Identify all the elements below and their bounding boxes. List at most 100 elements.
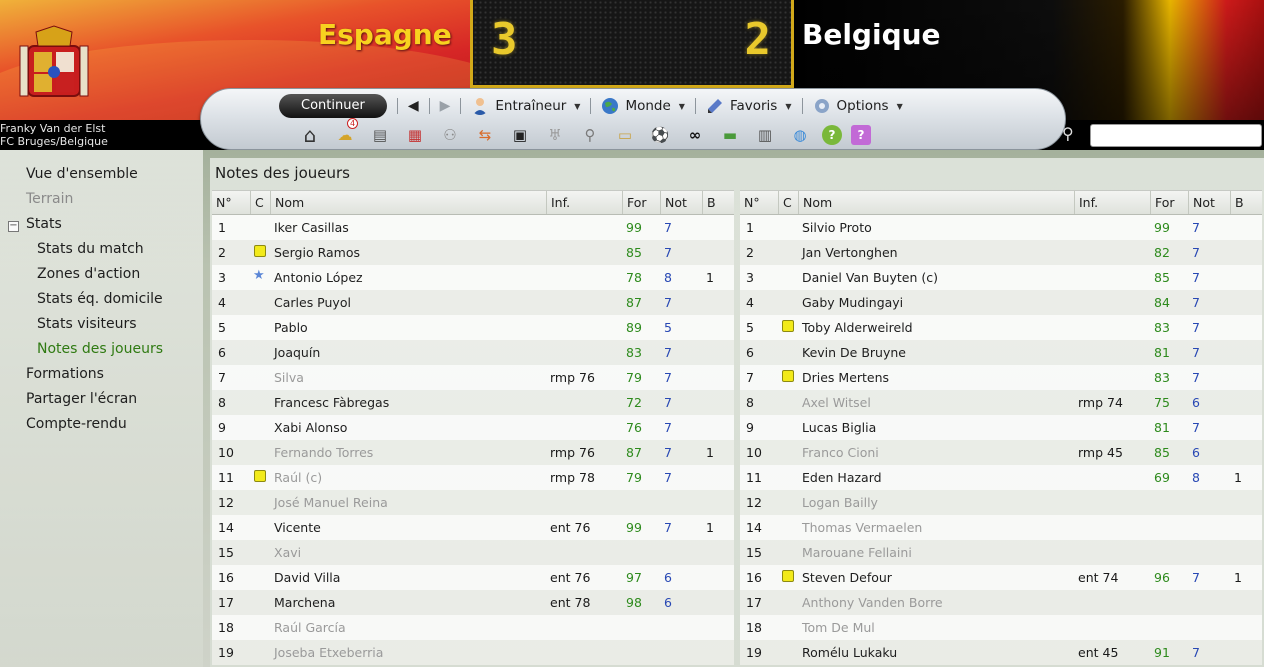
col-fitness[interactable]: For xyxy=(622,191,660,214)
table-row[interactable]: 10 Fernando Torres rmp 76 87 7 1 xyxy=(212,440,734,465)
table-row[interactable]: 6 Joaquín 83 7 xyxy=(212,340,734,365)
menu-coach[interactable]: Entraîneur ▼ xyxy=(471,97,580,115)
back-arrow-icon[interactable]: ◀ xyxy=(408,98,419,114)
player-name[interactable]: Marouane Fellaini xyxy=(802,540,912,565)
player-name[interactable]: Iker Casillas xyxy=(274,215,349,240)
player-name[interactable]: Steven Defour xyxy=(802,565,892,590)
sidebar-item-away-stats[interactable]: Stats visiteurs xyxy=(37,316,137,332)
table-row[interactable]: 3 Daniel Van Buyten (c) 85 7 xyxy=(740,265,1262,290)
table-row[interactable]: 9 Lucas Biglia 81 7 xyxy=(740,415,1262,440)
reports-icon[interactable]: ▥ xyxy=(752,124,778,146)
sidebar-item-overview[interactable]: Vue d'ensemble xyxy=(26,166,138,182)
col-rating[interactable]: Not xyxy=(660,191,702,214)
player-name[interactable]: Jan Vertonghen xyxy=(802,240,898,265)
table-row[interactable]: 15 Marouane Fellaini xyxy=(740,540,1262,565)
player-name[interactable]: Carles Puyol xyxy=(274,290,351,315)
table-row[interactable]: 1 Silvio Proto 99 7 xyxy=(740,215,1262,240)
player-name[interactable]: José Manuel Reina xyxy=(274,490,388,515)
table-row[interactable]: 14 Thomas Vermaelen xyxy=(740,515,1262,540)
player-name[interactable]: Joseba Etxeberria xyxy=(274,640,383,665)
sidebar-item-report[interactable]: Compte-rendu xyxy=(26,416,127,432)
player-name[interactable]: Axel Witsel xyxy=(802,390,871,415)
finances-icon[interactable]: ▬ xyxy=(717,124,743,146)
table-row[interactable]: 1 Iker Casillas 99 7 xyxy=(212,215,734,240)
col-card[interactable]: C xyxy=(250,191,270,214)
table-row[interactable]: 19 Joseba Etxeberria xyxy=(212,640,734,665)
player-name[interactable]: Silva xyxy=(274,365,304,390)
forward-arrow-icon[interactable]: ▶ xyxy=(440,98,451,114)
sidebar-item-action-zones[interactable]: Zones d'action xyxy=(37,266,140,282)
transfers-icon[interactable]: ⇆ xyxy=(472,124,498,146)
player-name[interactable]: Romélu Lukaku xyxy=(802,640,897,665)
player-name[interactable]: Franco Cioni xyxy=(802,440,879,465)
table-row[interactable]: 16 Steven Defour ent 74 96 7 1 xyxy=(740,565,1262,590)
player-name[interactable]: Kevin De Bruyne xyxy=(802,340,906,365)
table-row[interactable]: 11 Eden Hazard 69 8 1 xyxy=(740,465,1262,490)
table-row[interactable]: 10 Franco Cioni rmp 45 85 6 xyxy=(740,440,1262,465)
col-number[interactable]: N° xyxy=(212,191,250,214)
table-row[interactable]: 4 Carles Puyol 87 7 xyxy=(212,290,734,315)
question-icon[interactable]: ? xyxy=(851,125,871,145)
stats-collapse-toggle[interactable]: − xyxy=(8,221,19,232)
player-name[interactable]: Dries Mertens xyxy=(802,365,889,390)
table-row[interactable]: 7 Dries Mertens 83 7 xyxy=(740,365,1262,390)
table-row[interactable]: 5 Pablo 89 5 xyxy=(212,315,734,340)
player-name[interactable]: Raúl (c) xyxy=(274,465,322,490)
player-name[interactable]: Thomas Vermaelen xyxy=(802,515,922,540)
sidebar-item-share-screen[interactable]: Partager l'écran xyxy=(26,391,137,407)
training-icon[interactable]: ⚽ xyxy=(647,124,673,146)
table-row[interactable]: 6 Kevin De Bruyne 81 7 xyxy=(740,340,1262,365)
table-row[interactable]: 12 José Manuel Reina xyxy=(212,490,734,515)
player-name[interactable]: Francesc Fàbregas xyxy=(274,390,389,415)
continue-button[interactable]: Continuer xyxy=(279,94,387,118)
col-info[interactable]: Inf. xyxy=(546,191,622,214)
col-card[interactable]: C xyxy=(778,191,798,214)
sidebar-item-terrain[interactable]: Terrain xyxy=(26,191,73,207)
squad-icon[interactable]: ⚇ xyxy=(437,124,463,146)
player-name[interactable]: Antonio López xyxy=(274,265,363,290)
sidebar-item-home-stats[interactable]: Stats éq. domicile xyxy=(37,291,163,307)
player-name[interactable]: Vicente xyxy=(274,515,321,540)
player-name[interactable]: Sergio Ramos xyxy=(274,240,360,265)
table-row[interactable]: 14 Vicente ent 76 99 7 1 xyxy=(212,515,734,540)
table-row[interactable]: 4 Gaby Mudingayi 84 7 xyxy=(740,290,1262,315)
table-row[interactable]: 3 ★ Antonio López 78 8 1 xyxy=(212,265,734,290)
player-name[interactable]: Marchena xyxy=(274,590,335,615)
player-name[interactable]: Lucas Biglia xyxy=(802,415,876,440)
table-row[interactable]: 8 Francesc Fàbregas 72 7 xyxy=(212,390,734,415)
col-info[interactable]: Inf. xyxy=(1074,191,1150,214)
sidebar-item-player-ratings[interactable]: Notes des joueurs xyxy=(37,341,163,357)
player-name[interactable]: Gaby Mudingayi xyxy=(802,290,903,315)
table-row[interactable]: 9 Xabi Alonso 76 7 xyxy=(212,415,734,440)
player-name[interactable]: Anthony Vanden Borre xyxy=(802,590,943,615)
player-name[interactable]: Pablo xyxy=(274,315,308,340)
menu-options[interactable]: Options ▼ xyxy=(813,97,903,115)
table-row[interactable]: 18 Raúl García xyxy=(212,615,734,640)
tactics-icon[interactable]: ▣ xyxy=(507,124,533,146)
table-row[interactable]: 17 Anthony Vanden Borre xyxy=(740,590,1262,615)
sidebar-item-stats[interactable]: Stats xyxy=(26,216,62,232)
search-input[interactable] xyxy=(1090,124,1262,147)
sidebar-item-match-stats[interactable]: Stats du match xyxy=(37,241,144,257)
player-name[interactable]: Eden Hazard xyxy=(802,465,882,490)
col-rating[interactable]: Not xyxy=(1188,191,1230,214)
col-name[interactable]: Nom xyxy=(798,191,1074,214)
table-row[interactable]: 12 Logan Bailly xyxy=(740,490,1262,515)
help-icon[interactable]: ? xyxy=(822,125,842,145)
table-row[interactable]: 2 Sergio Ramos 85 7 xyxy=(212,240,734,265)
table-row[interactable]: 16 David Villa ent 76 97 6 xyxy=(212,565,734,590)
col-name[interactable]: Nom xyxy=(270,191,546,214)
table-row[interactable]: 17 Marchena ent 78 98 6 xyxy=(212,590,734,615)
player-name[interactable]: Toby Alderweireld xyxy=(802,315,913,340)
table-row[interactable]: 11 Raúl (c) rmp 78 79 7 xyxy=(212,465,734,490)
player-name[interactable]: Tom De Mul xyxy=(802,615,875,640)
trophy-icon[interactable]: ♅ xyxy=(542,124,568,146)
player-name[interactable]: Xabi Alonso xyxy=(274,415,347,440)
player-name[interactable]: Daniel Van Buyten (c) xyxy=(802,265,938,290)
table-row[interactable]: 19 Romélu Lukaku ent 45 91 7 xyxy=(740,640,1262,665)
col-number[interactable]: N° xyxy=(740,191,778,214)
player-name[interactable]: Raúl García xyxy=(274,615,346,640)
inbox-icon[interactable]: ☁ 4 xyxy=(332,118,358,146)
table-row[interactable]: 5 Toby Alderweireld 83 7 xyxy=(740,315,1262,340)
player-name[interactable]: Fernando Torres xyxy=(274,440,373,465)
